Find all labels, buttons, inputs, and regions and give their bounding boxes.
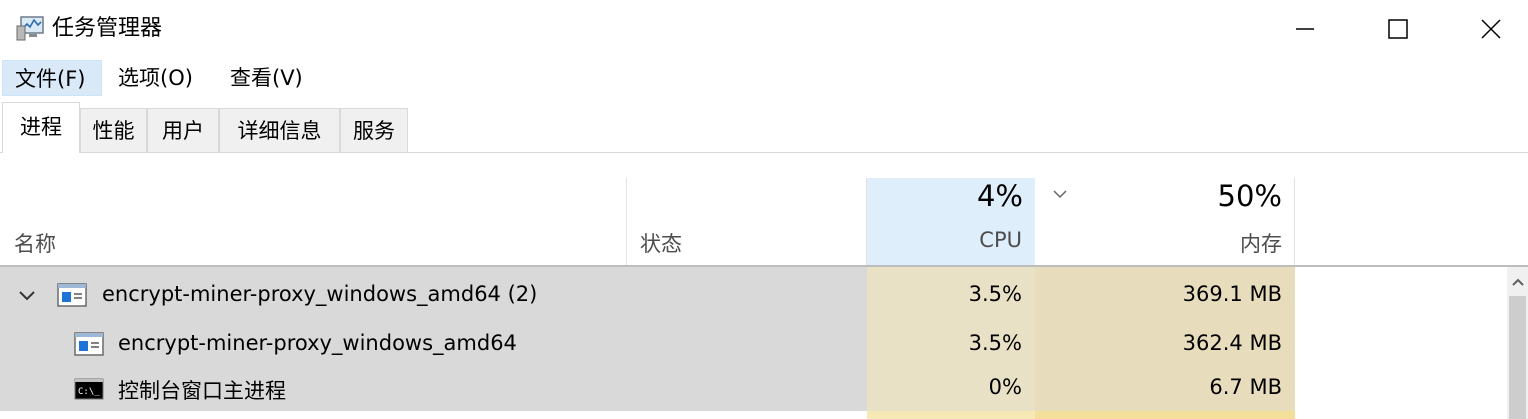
table-row[interactable]: encrypt-miner-proxy_windows_amd64 (2) 3.… bbox=[0, 267, 1507, 322]
tab-details[interactable]: 详细信息 bbox=[219, 108, 340, 152]
cpu-value: 3.5% bbox=[968, 331, 1022, 355]
scroll-up-icon[interactable] bbox=[1507, 270, 1528, 294]
process-name: encrypt-miner-proxy_windows_amd64 bbox=[118, 331, 517, 355]
tab-strip-divider bbox=[0, 152, 1528, 153]
tab-performance[interactable]: 性能 bbox=[80, 108, 147, 152]
app-window-icon bbox=[74, 332, 104, 360]
memory-column-header[interactable]: 内存 bbox=[1035, 228, 1282, 258]
tab-users[interactable]: 用户 bbox=[147, 108, 219, 152]
menu-file[interactable]: 文件(F) bbox=[2, 60, 102, 96]
maximize-icon bbox=[1388, 19, 1408, 39]
menu-view[interactable]: 查看(V) bbox=[218, 60, 315, 96]
column-divider[interactable] bbox=[1294, 178, 1295, 266]
console-icon: C:\_ bbox=[74, 378, 104, 404]
window-title: 任务管理器 bbox=[52, 16, 163, 41]
memory-value: 6.7 MB bbox=[1209, 375, 1282, 399]
process-name: 控制台窗口主进程 bbox=[118, 379, 286, 403]
table-row[interactable]: encrypt-miner-proxy_windows_amd64 3.5% 3… bbox=[0, 322, 1507, 366]
svg-text:C:\_: C:\_ bbox=[78, 387, 100, 397]
close-icon bbox=[1481, 19, 1501, 39]
table-row[interactable]: C:\_ 控制台窗口主进程 0% 6.7 MB bbox=[0, 366, 1507, 411]
memory-value: 369.1 MB bbox=[1182, 282, 1282, 306]
status-column-header[interactable]: 状态 bbox=[640, 228, 682, 258]
cpu-total-percent: 4% bbox=[976, 179, 1023, 213]
app-window-icon bbox=[57, 283, 87, 311]
task-manager-icon bbox=[16, 14, 46, 42]
minimize-button[interactable] bbox=[1260, 0, 1350, 58]
cpu-column-label: CPU bbox=[979, 228, 1022, 252]
next-row-cpu-cell bbox=[867, 411, 1035, 419]
expand-chevron-icon[interactable] bbox=[18, 287, 36, 306]
next-row-memory-cell bbox=[1035, 411, 1295, 419]
tab-processes[interactable]: 进程 bbox=[2, 102, 80, 153]
cpu-value: 0% bbox=[988, 375, 1022, 399]
name-column-header[interactable]: 名称 bbox=[14, 228, 56, 258]
scrollbar-thumb[interactable] bbox=[1509, 296, 1526, 419]
menu-options[interactable]: 选项(O) bbox=[106, 60, 205, 96]
close-button[interactable] bbox=[1446, 0, 1528, 58]
memory-value: 362.4 MB bbox=[1182, 331, 1282, 355]
cpu-value: 3.5% bbox=[968, 282, 1022, 306]
memory-total-percent: 50% bbox=[1217, 179, 1282, 213]
column-divider[interactable] bbox=[626, 178, 627, 266]
process-name: encrypt-miner-proxy_windows_amd64 (2) bbox=[102, 282, 538, 306]
tab-services[interactable]: 服务 bbox=[340, 108, 408, 152]
maximize-button[interactable] bbox=[1353, 0, 1443, 58]
minimize-icon bbox=[1296, 28, 1314, 30]
